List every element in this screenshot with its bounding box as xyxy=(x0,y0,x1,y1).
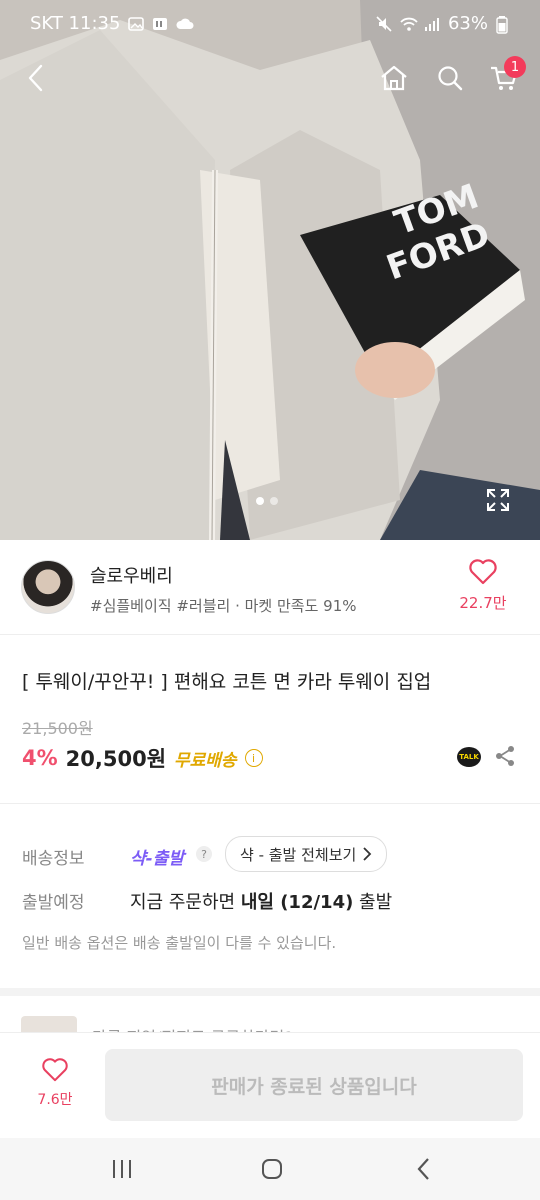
chevron-right-icon xyxy=(363,847,372,861)
shop-name[interactable]: 슬로우베리 xyxy=(90,562,173,588)
saak-badge: 샥-출발 xyxy=(130,849,184,869)
shop-row[interactable]: 슬로우베리 #심플베이직 #러블리 · 마켓 만족도 91% 22.7만 xyxy=(0,540,540,635)
system-back-button[interactable] xyxy=(404,1154,444,1184)
next-section-peek: 다른 지역/전지도 궁금하다면? xyxy=(0,996,540,1036)
expand-icon xyxy=(487,489,509,511)
image-pagination xyxy=(256,497,278,505)
wifi-icon xyxy=(400,16,418,32)
kakaotalk-share-icon[interactable]: TALK xyxy=(457,747,481,767)
signal-icon xyxy=(424,16,440,32)
departure-suffix: 출발 xyxy=(353,892,393,913)
recent-apps-button[interactable] xyxy=(102,1154,142,1184)
departure-prefix: 지금 주문하면 xyxy=(130,892,241,913)
saak-view-all-chip[interactable]: 샥 - 출발 전체보기 xyxy=(225,836,388,872)
status-bar: SKT 11:35 63% xyxy=(0,0,540,48)
product-title: [ 투웨이/꾸안꾸! ] 편해요 코튼 면 카라 투웨이 집업 xyxy=(22,671,432,693)
sold-out-button: 판매가 종료된 상품입니다 xyxy=(105,1049,523,1121)
heart-outline-icon xyxy=(42,1058,68,1082)
heart-outline-icon xyxy=(469,559,497,585)
top-navigation: 1 xyxy=(0,50,540,106)
notification-icon xyxy=(152,16,168,32)
home-icon xyxy=(381,65,407,91)
shipping-info-label: 배송정보 xyxy=(22,849,85,869)
back-arrow-icon xyxy=(28,64,43,92)
chip-label: 샥 - 출발 전체보기 xyxy=(240,845,357,864)
product-like-button[interactable]: 7.6만 xyxy=(22,1057,88,1109)
departure-label: 출발예정 xyxy=(22,893,85,913)
product-summary: [ 투웨이/꾸안꾸! ] 편해요 코튼 면 카라 투웨이 집업 21,500원 … xyxy=(0,635,540,804)
system-navigation-bar xyxy=(0,1138,540,1200)
shipping-section: 배송정보 샥-출발 ? 샥 - 출발 전체보기 출발예정 지금 주문하면 내일 … xyxy=(0,804,540,996)
help-icon[interactable]: ? xyxy=(196,846,212,862)
recent-apps-icon xyxy=(113,1160,131,1178)
home-circle-icon xyxy=(262,1159,282,1179)
page-dot-active xyxy=(256,497,264,505)
shop-tags: #심플베이직 #러블리 · 마켓 만족도 91% xyxy=(90,597,357,615)
departure-date: 내일 (12/14) xyxy=(240,892,354,913)
home-button[interactable] xyxy=(370,50,418,106)
discount-rate: 4% xyxy=(22,746,58,770)
info-icon[interactable]: i xyxy=(244,749,263,767)
status-time: SKT 11:35 xyxy=(30,13,121,34)
departure-text: 지금 주문하면 내일 (12/14) 출발 xyxy=(130,888,392,914)
sale-price: 20,500원 xyxy=(65,747,167,771)
page-dot xyxy=(270,497,278,505)
shipping-note: 일반 배송 옵션은 배송 출발일이 다를 수 있습니다. xyxy=(22,934,337,952)
cart-button[interactable]: 1 xyxy=(480,50,528,106)
back-chevron-icon xyxy=(417,1158,429,1180)
original-price: 21,500원 xyxy=(22,719,93,738)
shop-like-count: 22.7만 xyxy=(459,594,507,612)
back-button[interactable] xyxy=(12,50,60,106)
gallery-icon xyxy=(128,16,145,32)
home-system-button[interactable] xyxy=(252,1154,292,1184)
shop-like-button[interactable]: 22.7만 xyxy=(448,558,518,613)
search-icon xyxy=(438,66,463,91)
share-button[interactable] xyxy=(494,745,516,767)
bottom-action-bar: 7.6만 판매가 종료된 상품입니다 xyxy=(0,1032,540,1139)
shop-avatar[interactable] xyxy=(21,560,75,614)
product-like-count: 7.6만 xyxy=(37,1092,73,1108)
expand-image-button[interactable] xyxy=(484,486,512,514)
battery-icon xyxy=(496,15,512,34)
mute-icon xyxy=(376,15,392,32)
cart-count-badge: 1 xyxy=(504,56,526,78)
search-button[interactable] xyxy=(426,50,474,106)
price-row: 4% 20,500원 무료배송 i xyxy=(22,743,263,773)
cloud-icon xyxy=(176,16,194,32)
battery-percent: 63% xyxy=(447,13,488,34)
share-icon xyxy=(496,746,514,766)
free-shipping-badge: 무료배송 xyxy=(174,750,237,771)
